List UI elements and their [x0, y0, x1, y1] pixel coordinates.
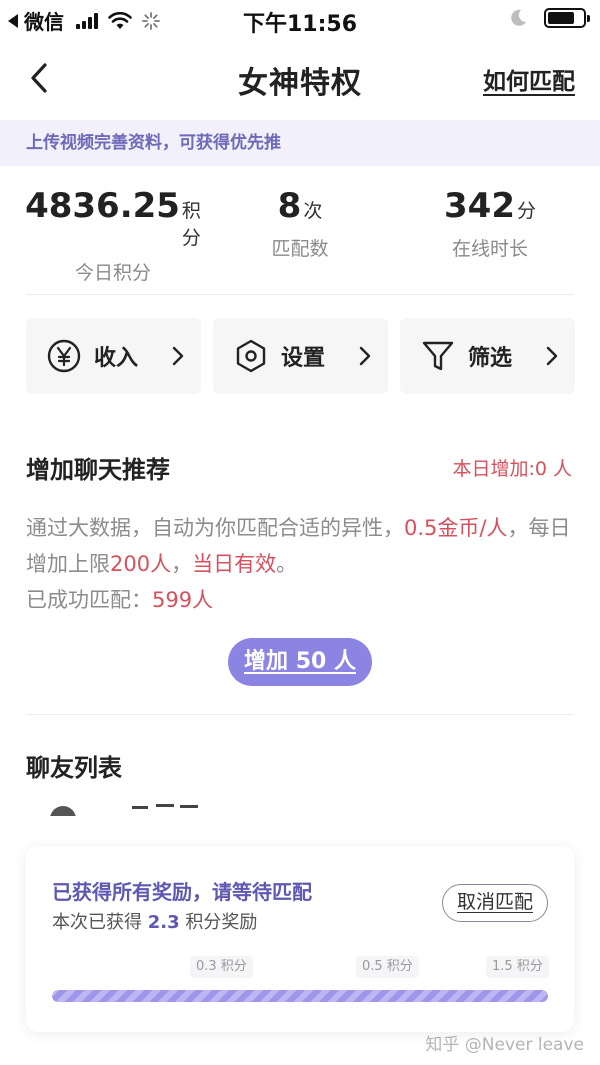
- divider: [26, 714, 574, 715]
- desc-text: ，: [171, 552, 193, 576]
- desc-price: 0.5金币/人: [404, 516, 508, 540]
- battery-icon: [544, 8, 590, 28]
- reward-title: 已获得所有奖励，请等待匹配: [52, 880, 312, 904]
- stats-row: 4836.25 积分 今日积分 8 次 匹配数 342 分 在线时长: [0, 186, 600, 284]
- stat-unit: 积分: [181, 200, 201, 249]
- chevron-right-icon: [359, 346, 371, 366]
- milestone-label: 0.5 积分: [356, 956, 419, 978]
- filter-button[interactable]: 筛选: [400, 318, 575, 394]
- recommend-section-title: 增加聊天推荐: [26, 456, 170, 484]
- reward-progress-fill: [52, 990, 548, 1002]
- recommend-description: 通过大数据，自动为你匹配合适的异性，0.5金币/人，每日增加上限200人，当日有…: [26, 510, 574, 618]
- yen-icon: [47, 339, 81, 373]
- action-label: 设置: [281, 346, 326, 371]
- watermark: 知乎 @Never leave: [425, 1035, 584, 1055]
- stat-value: 8: [277, 186, 302, 226]
- upload-video-banner[interactable]: 上传视频完善资料，可获得优先推: [0, 120, 600, 166]
- matched-value: 599人: [152, 588, 214, 612]
- action-label: 收入: [94, 346, 139, 371]
- moon-icon: [511, 9, 526, 26]
- action-label: 筛选: [468, 346, 513, 371]
- add-50-button[interactable]: 增加 50 人: [228, 638, 372, 686]
- chevron-right-icon: [172, 346, 184, 366]
- today-added-count: 本日增加:0 人: [452, 458, 572, 480]
- chevron-right-icon: [546, 346, 558, 366]
- stat-value: 4836.25: [25, 186, 180, 226]
- stat-unit: 分: [516, 200, 536, 222]
- income-button[interactable]: 收入: [26, 318, 201, 394]
- reward-sub-prefix: 本次已获得: [52, 912, 148, 933]
- avatar: [50, 806, 76, 816]
- desc-text: 。: [276, 552, 298, 576]
- filter-icon: [422, 341, 454, 371]
- desc-limit: 200人: [110, 552, 172, 576]
- how-to-match-link[interactable]: 如何匹配: [483, 62, 575, 96]
- milestone-label: 0.3 积分: [190, 956, 253, 978]
- stat-unit: 次: [303, 200, 323, 222]
- stat-label: 今日积分: [74, 262, 151, 284]
- divider: [26, 294, 574, 295]
- reward-milestones: 0.3 积分 0.5 积分 1.5 积分: [26, 956, 574, 978]
- settings-button[interactable]: 设置: [213, 318, 388, 394]
- desc-text: 通过大数据，自动为你匹配合适的异性，: [26, 516, 404, 540]
- status-bar: 微信 下午11:56: [0, 0, 600, 40]
- battery-fill: [548, 12, 574, 24]
- stat-online-time: 342 分 在线时长: [410, 186, 570, 261]
- status-right: [508, 8, 590, 28]
- friend-list-item-partial[interactable]: [0, 800, 600, 816]
- hexagon-settings-icon: [236, 339, 266, 373]
- desc-valid: 当日有效: [192, 552, 277, 576]
- matched-label: 已成功匹配：: [26, 588, 152, 612]
- reward-amount: 2.3: [147, 912, 180, 933]
- reward-progress-bar: [52, 990, 548, 1002]
- reward-card: 已获得所有奖励，请等待匹配 本次已获得 2.3 积分奖励 取消匹配 0.3 积分…: [26, 846, 574, 1032]
- milestone-label: 1.5 积分: [486, 956, 549, 978]
- friend-name-partial: [132, 800, 202, 816]
- stat-today-points: 4836.25 积分 今日积分: [25, 186, 201, 285]
- reward-subtitle: 本次已获得 2.3 积分奖励: [52, 908, 257, 934]
- nav-bar: 女神特权 如何匹配: [0, 48, 600, 112]
- cancel-match-button[interactable]: 取消匹配: [442, 884, 548, 922]
- stat-label: 在线时长: [451, 238, 528, 260]
- reward-sub-suffix: 积分奖励: [179, 912, 258, 933]
- stat-value: 342: [444, 186, 515, 226]
- stat-match-count: 8 次 匹配数: [230, 186, 370, 261]
- action-row: 收入 设置 筛选: [26, 318, 576, 394]
- stat-label: 匹配数: [271, 238, 329, 260]
- friends-list-title: 聊友列表: [26, 754, 122, 782]
